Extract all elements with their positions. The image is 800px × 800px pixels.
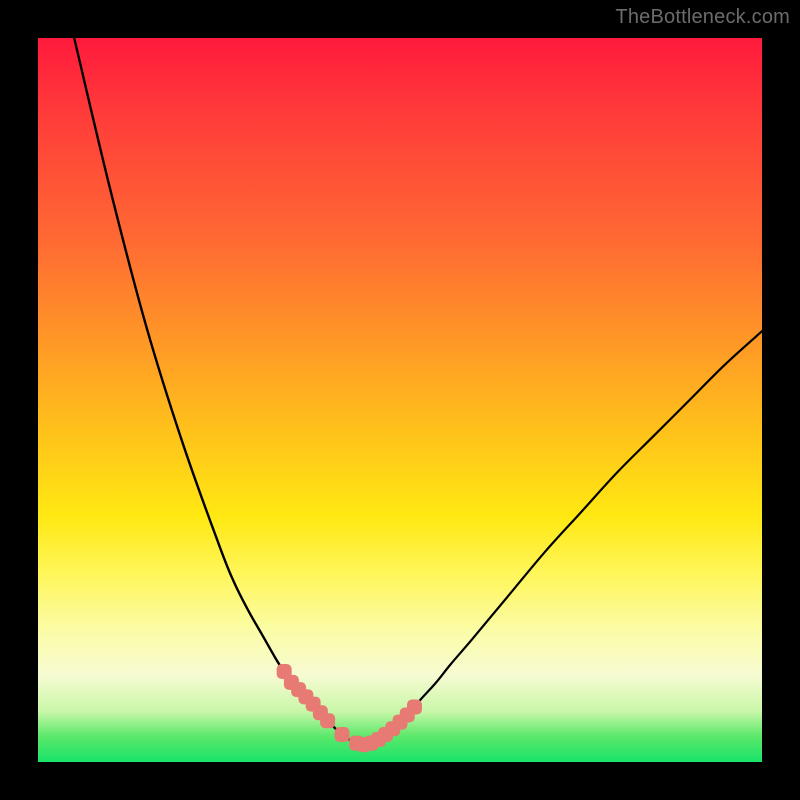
highlight-marker: [335, 727, 350, 742]
right-curve: [364, 331, 762, 744]
watermark-text: TheBottleneck.com: [615, 6, 790, 29]
highlight-marker: [407, 699, 422, 714]
chart-stage: TheBottleneck.com: [0, 0, 800, 800]
left-curve: [74, 38, 364, 745]
curves-svg: [38, 38, 762, 762]
highlight-marker: [320, 713, 335, 728]
plot-area: [38, 38, 762, 762]
